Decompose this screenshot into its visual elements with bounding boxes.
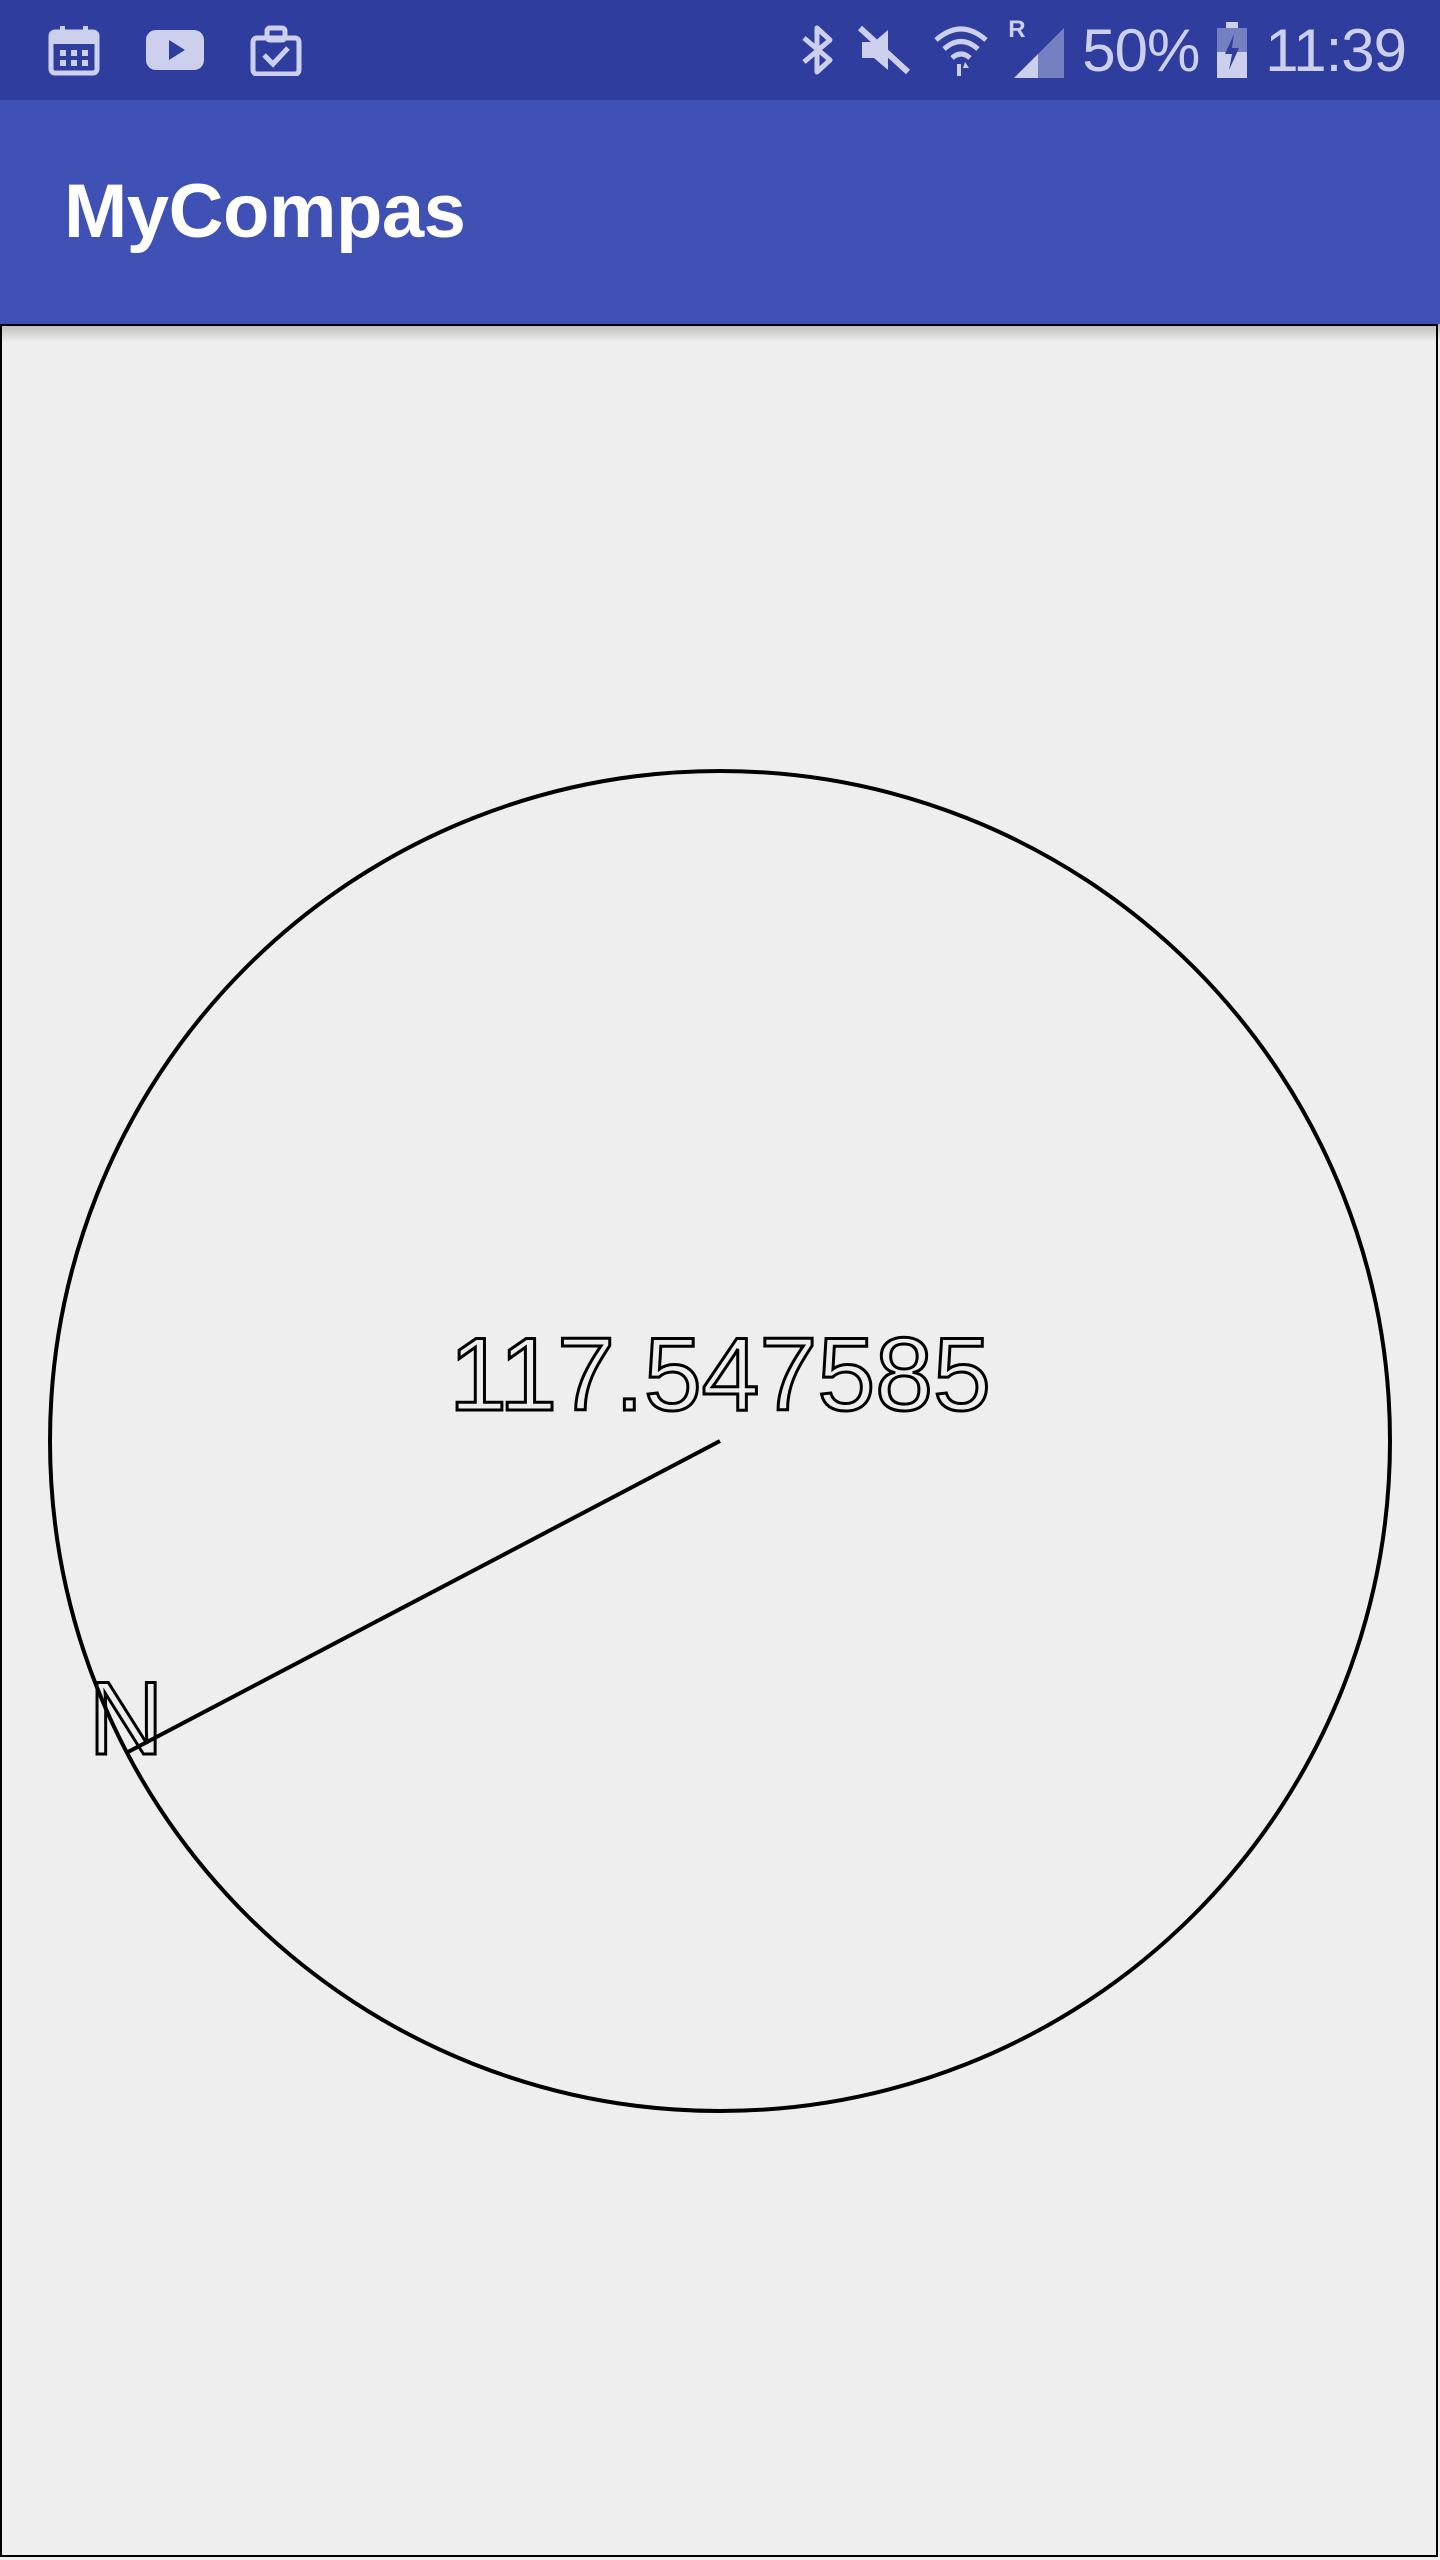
battery-charging-icon <box>1217 22 1248 78</box>
clipboard-check-icon <box>250 25 302 76</box>
north-needle <box>125 1439 721 1755</box>
calendar-icon <box>48 26 100 76</box>
battery-percent: 50% <box>1082 16 1200 84</box>
signal-roaming-icon: R <box>1008 16 1065 78</box>
heading-readout: 117.547585 <box>449 1317 991 1433</box>
status-right-icons: R 50% 11:39 <box>798 0 1407 100</box>
youtube-icon <box>146 30 204 70</box>
status-left-icons <box>48 0 302 100</box>
status-bar: R 50% 11:39 <box>0 0 1440 100</box>
wifi-icon <box>934 26 988 76</box>
app-bar: MyCompas <box>0 100 1440 324</box>
north-label: N <box>88 1661 163 1777</box>
bluetooth-icon <box>802 25 833 75</box>
mute-icon <box>858 25 911 75</box>
app-title: MyCompas <box>64 169 466 254</box>
compass-drawing: 117.547585 N <box>48 769 1392 2113</box>
compass-view[interactable]: 117.547585 N <box>0 324 1438 2557</box>
clock: 11:39 <box>1265 16 1407 84</box>
